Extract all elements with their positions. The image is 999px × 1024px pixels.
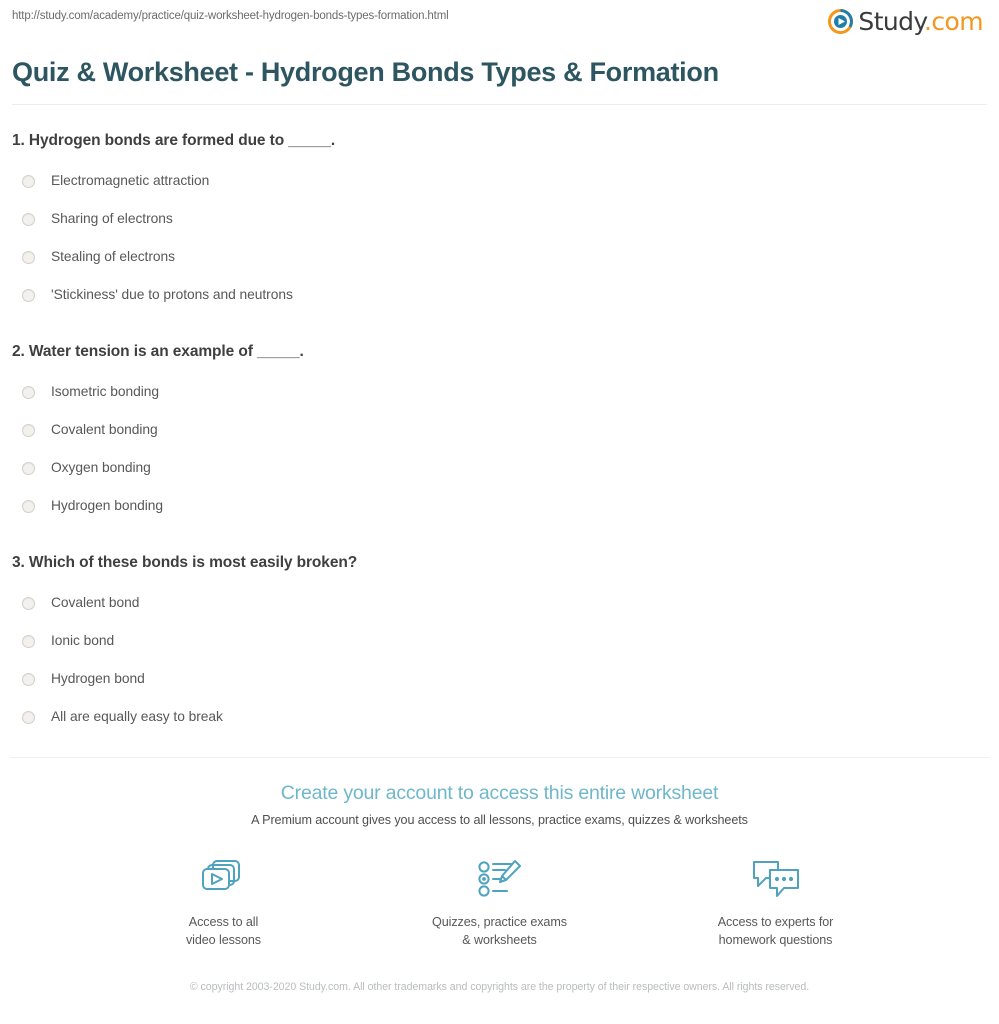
feature-video-lessons: Access to all video lessons	[140, 857, 308, 949]
quiz-questions: 1. Hydrogen bonds are formed due to ____…	[0, 105, 999, 736]
copyright-notice: © copyright 2003-2020 Study.com. All oth…	[189, 981, 810, 993]
radio-button-icon[interactable]	[22, 499, 35, 513]
option-label: Ionic bond	[51, 633, 115, 648]
feature-label-line2: homework questions	[718, 932, 833, 947]
option-label: All are equally easy to break	[51, 709, 223, 724]
question-3-option-2[interactable]: Ionic bond	[12, 622, 987, 660]
question-2: 2. Water tension is an example of _____.…	[12, 314, 987, 525]
feature-list: Access to all video lessons Quizzes, pra…	[0, 829, 999, 949]
question-1-options: Electromagnetic attraction Sharing of el…	[12, 162, 987, 314]
feature-label: Access to all video lessons	[140, 914, 308, 949]
option-label: Oxygen bonding	[51, 460, 151, 475]
question-2-text: 2. Water tension is an example of _____.	[12, 343, 304, 360]
question-3-options: Covalent bond Ionic bond Hydrogen bond A…	[12, 584, 987, 736]
question-1: 1. Hydrogen bonds are formed due to ____…	[12, 105, 987, 314]
feature-label-line2: video lessons	[185, 932, 261, 947]
option-label: Hydrogen bond	[51, 671, 145, 686]
radio-button-icon[interactable]	[22, 174, 35, 188]
question-3: 3. Which of these bonds is most easily b…	[12, 525, 987, 736]
question-2-option-1[interactable]: Isometric bonding	[12, 373, 987, 411]
feature-label: Access to experts for homework questions	[692, 914, 860, 949]
feature-expert-help: Access to experts for homework questions	[692, 857, 860, 949]
radio-button-icon[interactable]	[22, 250, 35, 264]
feature-label-line1: Access to all	[188, 915, 259, 929]
quiz-checklist-pencil-icon	[416, 857, 584, 901]
radio-button-icon[interactable]	[22, 596, 35, 610]
option-label: Stealing of electrons	[51, 249, 175, 264]
print-header: http://study.com/academy/practice/quiz-w…	[0, 0, 999, 46]
option-label: Covalent bond	[51, 595, 140, 610]
page-url: http://study.com/academy/practice/quiz-w…	[12, 10, 449, 22]
radio-button-icon[interactable]	[22, 288, 35, 302]
brand-name: Study	[858, 7, 925, 36]
video-lessons-icon	[140, 857, 308, 901]
question-1-option-3[interactable]: Stealing of electrons	[12, 238, 987, 276]
feature-label-line1: Access to experts for	[717, 915, 834, 929]
question-3-option-1[interactable]: Covalent bond	[12, 584, 987, 622]
option-label: Covalent bonding	[51, 422, 158, 437]
page-title: Quiz & Worksheet - Hydrogen Bonds Types …	[12, 46, 987, 105]
option-label: 'Stickiness' due to protons and neutrons	[51, 287, 293, 302]
feature-label-line1: Quizzes, practice exams	[432, 915, 567, 929]
feature-quizzes-worksheets: Quizzes, practice exams & worksheets	[416, 857, 584, 949]
title-section: Quiz & Worksheet - Hydrogen Bonds Types …	[0, 46, 999, 105]
study-com-logo[interactable]: Study.com	[828, 0, 985, 34]
radio-button-icon[interactable]	[22, 672, 35, 686]
cta-subtext: A Premium account gives you access to al…	[251, 813, 748, 827]
question-2-option-3[interactable]: Oxygen bonding	[12, 449, 987, 487]
radio-button-icon[interactable]	[22, 710, 35, 724]
option-label: Electromagnetic attraction	[51, 173, 210, 188]
play-circle-icon	[828, 9, 854, 34]
radio-button-icon[interactable]	[22, 385, 35, 399]
radio-button-icon[interactable]	[22, 634, 35, 648]
option-label: Hydrogen bonding	[51, 498, 163, 513]
question-2-option-2[interactable]: Covalent bonding	[12, 411, 987, 449]
radio-button-icon[interactable]	[22, 461, 35, 475]
radio-button-icon[interactable]	[22, 212, 35, 226]
signup-cta: Create your account to access this entir…	[0, 758, 999, 949]
question-3-text: 3. Which of these bonds is most easily b…	[12, 554, 358, 571]
question-3-option-3[interactable]: Hydrogen bond	[12, 660, 987, 698]
brand-tld: .com	[924, 7, 984, 36]
option-label: Sharing of electrons	[51, 211, 173, 226]
brand-wordmark: Study.com	[858, 9, 983, 34]
feature-label: Quizzes, practice exams & worksheets	[416, 914, 584, 949]
cta-headline[interactable]: Create your account to access this entir…	[0, 781, 999, 805]
question-3-option-4[interactable]: All are equally easy to break	[12, 698, 987, 736]
radio-button-icon[interactable]	[22, 423, 35, 437]
option-label: Isometric bonding	[51, 384, 160, 399]
speech-bubbles-icon	[692, 857, 860, 901]
question-1-option-4[interactable]: 'Stickiness' due to protons and neutrons	[12, 276, 987, 314]
worksheet-page: http://study.com/academy/practice/quiz-w…	[0, 0, 999, 1024]
question-2-option-4[interactable]: Hydrogen bonding	[12, 487, 987, 525]
feature-label-line2: & worksheets	[462, 932, 537, 947]
question-1-option-1[interactable]: Electromagnetic attraction	[12, 162, 987, 200]
question-2-options: Isometric bonding Covalent bonding Oxyge…	[12, 373, 987, 525]
question-1-text: 1. Hydrogen bonds are formed due to ____…	[12, 132, 336, 149]
question-1-option-2[interactable]: Sharing of electrons	[12, 200, 987, 238]
